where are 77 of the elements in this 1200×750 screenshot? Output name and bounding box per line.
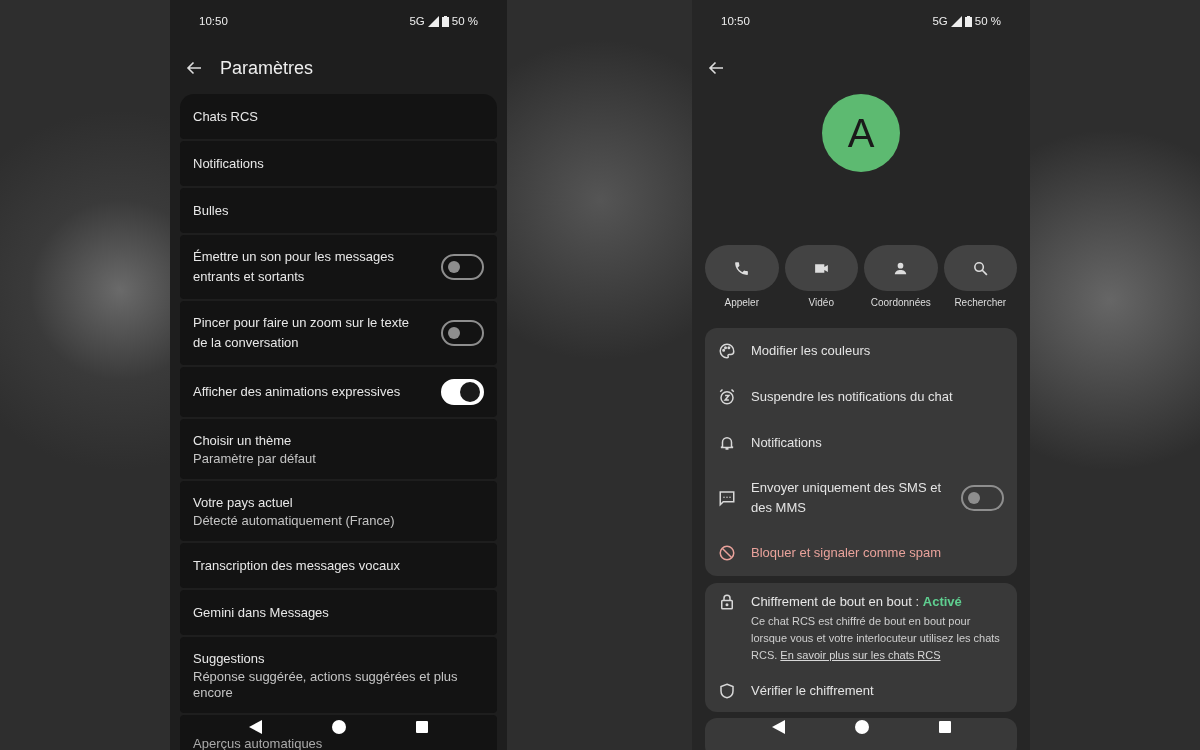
- back-nav-icon[interactable]: [249, 720, 262, 734]
- item-title: Suggestions: [193, 650, 266, 668]
- item-title: Votre pays actuel: [193, 494, 294, 512]
- toggle-switch[interactable]: [441, 320, 484, 346]
- battery-icon: [441, 15, 449, 27]
- item-title: Bulles: [193, 201, 230, 220]
- settings-item[interactable]: Notifications: [180, 141, 497, 186]
- item-title: Pincer pour faire un zoom sur le texte de la conversation: [193, 314, 411, 352]
- option-item[interactable]: Envoyer uniquement des SMS et des MMS: [705, 466, 1017, 530]
- status-time: 10:50: [199, 15, 228, 27]
- home-nav-icon[interactable]: [332, 720, 346, 734]
- action-label: Vidéo: [808, 297, 834, 308]
- back-arrow-icon[interactable]: [186, 61, 202, 75]
- bell-icon: [718, 434, 736, 452]
- option-item[interactable]: Suspendre les notifications du chat: [705, 374, 1017, 420]
- item-title: Chats RCS: [193, 107, 260, 126]
- palette-icon: [718, 342, 736, 360]
- battery-icon: [964, 15, 972, 27]
- battery-label: 50 %: [974, 15, 1001, 27]
- signal-icon: [950, 15, 962, 27]
- screen-title: Paramètres: [220, 57, 314, 79]
- message-icon: [718, 489, 736, 507]
- option-item[interactable]: Bloquer et signaler comme spam: [705, 530, 1017, 576]
- verify-encryption-item[interactable]: Vérifier le chiffrement: [705, 664, 1017, 712]
- toggle-switch[interactable]: [441, 254, 484, 280]
- settings-item[interactable]: Gemini dans Messages: [180, 590, 497, 635]
- option-label: Envoyer uniquement des SMS et des MMS: [751, 479, 943, 517]
- padlock-icon: [718, 593, 736, 611]
- settings-item[interactable]: Suggestions Réponse suggérée, actions suggérées et plus encore: [180, 637, 497, 713]
- item-title: Transcription des messages vocaux: [193, 556, 401, 575]
- encryption-description: Ce chat RCS est chiffré de bout en bout pour lorsque vous et votre interlocuteur utilisez les chats RCS. En savoir plus sur les chats RCS: [751, 614, 1001, 663]
- item-subtitle: Détecté automatiquement (France): [193, 513, 396, 529]
- settings-item[interactable]: Bulles: [180, 188, 497, 233]
- search-icon: [971, 259, 989, 277]
- settings-item[interactable]: Aperçus automatiques: [180, 715, 497, 750]
- network-label: 5G: [409, 15, 425, 27]
- status-time: 10:50: [721, 15, 750, 27]
- option-label: Bloquer et signaler comme spam: [751, 544, 943, 562]
- option-label: Suspendre les notifications du chat: [751, 388, 954, 406]
- encryption-title: Chiffrement de bout en bout : Activé: [751, 593, 963, 611]
- item-title: Afficher des animations expressives: [193, 383, 401, 401]
- settings-item[interactable]: Émettre un son pour les messages entrants et sortants: [180, 235, 497, 299]
- contact-avatar: A: [822, 94, 900, 172]
- block-icon: [718, 544, 736, 562]
- toggle-switch[interactable]: [961, 485, 1004, 511]
- home-nav-icon[interactable]: [854, 720, 869, 734]
- settings-item[interactable]: Transcription des messages vocaux: [180, 543, 497, 588]
- item-subtitle: Réponse suggérée, actions suggérées et plus encore: [193, 669, 459, 701]
- action-button[interactable]: [784, 245, 858, 291]
- back-nav-icon[interactable]: [771, 720, 785, 734]
- settings-item[interactable]: Votre pays actuel Détecté automatiquement (France): [180, 481, 497, 541]
- option-label: Vérifier le chiffrement: [751, 682, 875, 700]
- phone-icon: [733, 259, 751, 277]
- item-title: Émettre un son pour les messages entrants et sortants: [193, 248, 395, 286]
- option-label: Notifications: [751, 434, 823, 452]
- item-title: Aperçus automatiques: [193, 737, 323, 750]
- item-subtitle: Paramètre par défaut: [193, 451, 317, 467]
- item-title: Notifications: [193, 154, 265, 173]
- option-label: Modifier les couleurs: [751, 342, 872, 360]
- action-label: Appeler: [724, 297, 759, 308]
- action-label: Rechercher: [954, 297, 1007, 308]
- settings-item[interactable]: Pincer pour faire un zoom sur le texte de la conversation: [180, 301, 497, 365]
- item-title: Gemini dans Messages: [193, 603, 330, 622]
- option-item[interactable]: Modifier les couleurs: [705, 328, 1017, 374]
- option-item[interactable]: Notifications: [705, 420, 1017, 466]
- learn-more-link[interactable]: En savoir plus sur les chats RCS: [780, 649, 941, 661]
- alarm-clock-icon: [718, 388, 736, 406]
- back-arrow-icon[interactable]: [708, 61, 724, 75]
- battery-label: 50 %: [451, 15, 478, 27]
- settings-item[interactable]: Choisir un thème Paramètre par défaut: [180, 419, 497, 479]
- signal-icon: [427, 15, 439, 27]
- settings-item[interactable]: Chats RCS: [180, 94, 497, 139]
- settings-item[interactable]: Afficher des animations expressives: [180, 367, 497, 417]
- shield-icon: [718, 682, 736, 700]
- network-label: 5G: [932, 15, 948, 27]
- action-label: Coordonnées: [870, 297, 931, 308]
- item-title: Choisir un thème: [193, 432, 293, 450]
